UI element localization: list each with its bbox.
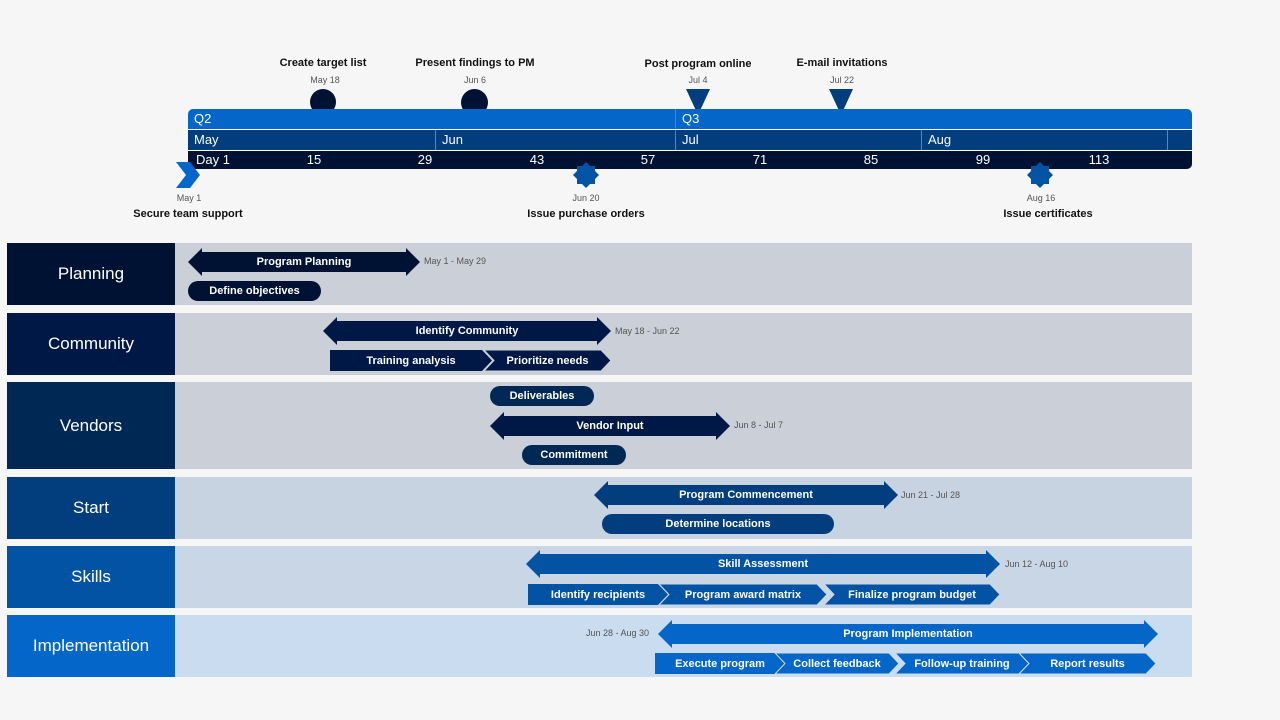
task-label: Vendor Input	[576, 420, 644, 432]
task-date-range: May 1 - May 29	[424, 256, 487, 266]
star-milestone-icon	[1027, 162, 1053, 188]
milestone-date: Jun 20	[572, 193, 600, 203]
milestone-date: May 18	[310, 75, 340, 85]
day-tick: 85	[863, 152, 879, 167]
task-label: Prioritize needs	[506, 354, 589, 367]
milestone-date: Jul 22	[829, 75, 855, 85]
task-label: Skill Assessment	[717, 558, 809, 570]
swimlane-label: Planning	[7, 243, 175, 305]
month-band: May Jun Jul Aug	[188, 130, 1192, 150]
task-label: Report results	[1050, 657, 1125, 670]
task-bar-skill-assessment[interactable]: Skill Assessment	[526, 550, 1000, 578]
month-may: May	[194, 132, 219, 147]
swimlane-planning: Planning	[7, 243, 1192, 305]
task-chevron-follow-up-training[interactable]: Follow-up training	[893, 652, 1030, 675]
swimlane-label: Implementation	[7, 615, 175, 677]
task-chevron-training-analysis[interactable]: Training analysis	[330, 350, 492, 371]
task-bar-program-implementation[interactable]: Program Implementation	[658, 620, 1158, 648]
task-pill-deliverables[interactable]: Deliverables	[490, 386, 594, 406]
milestone-title: Issue purchase orders	[527, 208, 645, 220]
task-label: Training analysis	[366, 354, 456, 367]
month-aug: Aug	[921, 130, 1167, 150]
swimlane-label: Vendors	[7, 382, 175, 469]
task-pill-commitment[interactable]: Commitment	[522, 445, 626, 465]
task-label: Program Implementation	[843, 628, 973, 640]
milestone-title: E-mail invitations	[796, 57, 888, 69]
task-label: Identify Community	[415, 325, 519, 337]
task-chevron-execute-program[interactable]: Execute program	[655, 653, 785, 674]
milestone-date: Jul 4	[688, 75, 708, 85]
task-chevron-prioritize-needs[interactable]: Prioritize needs	[482, 349, 612, 372]
task-bar-identify-community[interactable]: Identify Community	[323, 317, 611, 345]
task-bar-vendor-input[interactable]: Vendor Input	[490, 412, 730, 440]
milestone-title: Present findings to PM	[415, 57, 535, 69]
milestone-title: Post program online	[644, 58, 752, 70]
task-label: Program Planning	[256, 256, 352, 268]
milestone-date: Jun 6	[463, 75, 487, 85]
quarter-q2: Q2	[194, 111, 212, 126]
chevron-milestone-icon	[176, 162, 200, 188]
task-chevron-program-award-matrix[interactable]: Program award matrix	[657, 583, 828, 606]
milestone-title: Create target list	[279, 57, 367, 69]
day-tick: 29	[417, 152, 433, 167]
task-date-range: Jun 12 - Aug 10	[1005, 559, 1069, 569]
day-tick: 57	[640, 152, 656, 167]
swimlane-label: Community	[7, 313, 175, 375]
task-chevron-identify-recipients[interactable]: Identify recipients	[528, 584, 668, 605]
task-label: Finalize program budget	[848, 588, 976, 601]
task-label: Follow-up training	[914, 657, 1010, 670]
month-sep	[1167, 130, 1192, 150]
task-pill-define-objectives[interactable]: Define objectives	[188, 281, 321, 301]
day-tick: Day 1	[196, 152, 230, 167]
task-label: Program award matrix	[684, 588, 802, 601]
milestone-title: Secure team support	[133, 208, 243, 220]
task-date-range: Jun 28 - Aug 30	[586, 628, 650, 638]
task-label: Execute program	[675, 657, 765, 670]
quarter-band: Q2 Q3	[188, 109, 1192, 129]
task-date-range: Jun 8 - Jul 7	[734, 420, 784, 430]
task-label: Collect feedback	[793, 657, 881, 670]
milestone-title: Issue certificates	[1003, 208, 1093, 220]
star-milestone-icon	[573, 162, 599, 188]
swimlane-label: Skills	[7, 546, 175, 608]
task-pill-determine-locations[interactable]: Determine locations	[602, 514, 834, 534]
quarter-q3: Q3	[675, 109, 1192, 129]
task-bar-program-planning[interactable]: Program Planning	[188, 248, 420, 276]
task-label: Program Commencement	[679, 489, 813, 501]
task-date-range: Jun 21 - Jul 28	[901, 490, 961, 500]
milestone-date: May 1	[176, 193, 202, 203]
task-date-range: May 18 - Jun 22	[615, 326, 680, 336]
task-label: Identify recipients	[550, 588, 646, 601]
day-tick: 99	[975, 152, 991, 167]
milestone-date: Aug 16	[1026, 193, 1056, 203]
swimlane-label: Start	[7, 477, 175, 539]
day-tick: 71	[752, 152, 768, 167]
task-chevron-collect-feedback[interactable]: Collect feedback	[773, 652, 900, 675]
day-tick: 15	[306, 152, 322, 167]
day-tick: 113	[1088, 152, 1110, 167]
month-jul: Jul	[675, 130, 921, 150]
task-chevron-report-results[interactable]: Report results	[1017, 652, 1157, 675]
task-chevron-finalize-program-budget[interactable]: Finalize program budget	[822, 583, 1001, 606]
task-bar-program-commencement[interactable]: Program Commencement	[594, 481, 898, 509]
day-tick: 43	[529, 152, 545, 167]
month-jun: Jun	[435, 130, 675, 150]
